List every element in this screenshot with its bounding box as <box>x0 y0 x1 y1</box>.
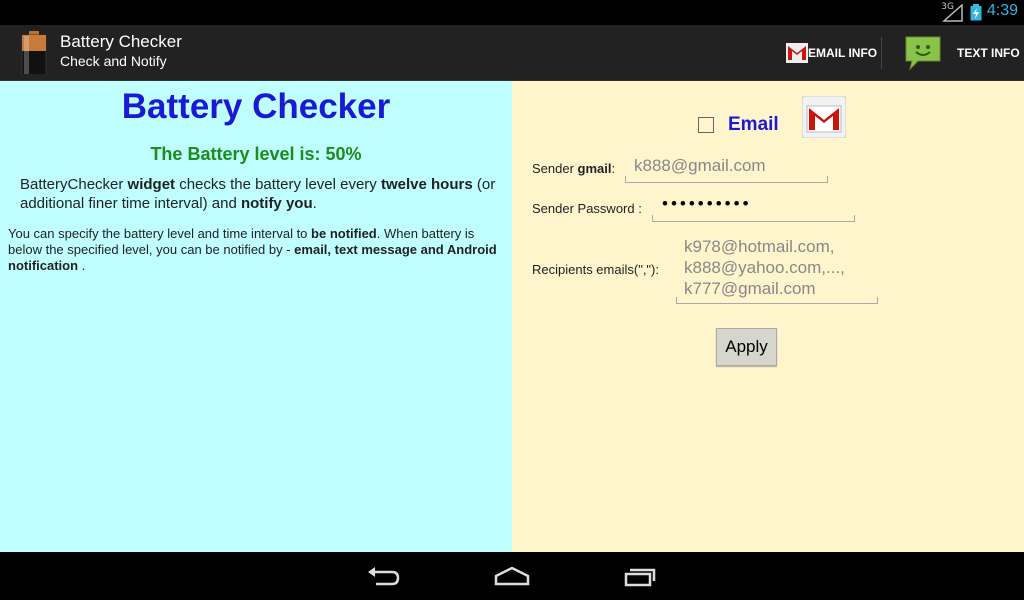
page-title: Battery Checker <box>121 87 391 126</box>
email-info-label: EMAIL INFO <box>808 46 878 60</box>
recipients-input[interactable]: k978@hotmail.com, k888@yahoo.com,..., k7… <box>676 236 878 304</box>
notification-paragraph: You can specify the battery level and ti… <box>8 226 497 273</box>
email-checkbox[interactable] <box>698 117 714 133</box>
status-bar: 3G 4:39 <box>0 0 1024 25</box>
gmail-icon <box>786 43 808 63</box>
email-settings-panel: Email Sender gmail: k888@gmail.com Sende… <box>512 81 1024 552</box>
sender-password-label: Sender Password : <box>532 201 642 216</box>
action-bar: Battery Checker Check and Notify EMAIL I… <box>0 25 1024 81</box>
app-title: Battery Checker <box>60 32 182 51</box>
text-info-button[interactable]: TEXT INFO <box>904 25 1020 81</box>
sender-gmail-input[interactable]: k888@gmail.com <box>625 156 828 183</box>
sender-gmail-label: Sender gmail: <box>532 161 616 176</box>
text-info-label: TEXT INFO <box>957 46 1020 60</box>
apply-button[interactable]: Apply <box>716 328 777 366</box>
email-info-button[interactable]: EMAIL INFO <box>786 25 877 81</box>
sender-password-input[interactable]: •••••••••• <box>652 194 855 222</box>
battery-level-text: The Battery level is: 50% <box>150 144 362 164</box>
gmail-icon <box>802 96 846 138</box>
recipients-label: Recipients emails(","): <box>532 262 659 277</box>
app-subtitle: Check and Notify <box>60 53 167 69</box>
recent-apps-icon[interactable] <box>620 562 660 590</box>
action-divider <box>881 37 882 69</box>
email-checkbox-label: Email <box>728 114 779 135</box>
battery-charging-icon <box>970 4 982 21</box>
battery-app-icon <box>21 31 47 75</box>
navigation-bar <box>0 552 1024 600</box>
info-panel: Battery Checker The Battery level is: 50… <box>0 81 512 552</box>
description-paragraph: BatteryChecker widget checks the battery… <box>20 176 496 212</box>
signal-icon <box>942 4 963 22</box>
home-icon[interactable] <box>492 562 532 590</box>
back-icon[interactable] <box>364 562 404 590</box>
clock: 4:39 <box>986 2 1018 19</box>
sms-icon <box>905 36 941 71</box>
